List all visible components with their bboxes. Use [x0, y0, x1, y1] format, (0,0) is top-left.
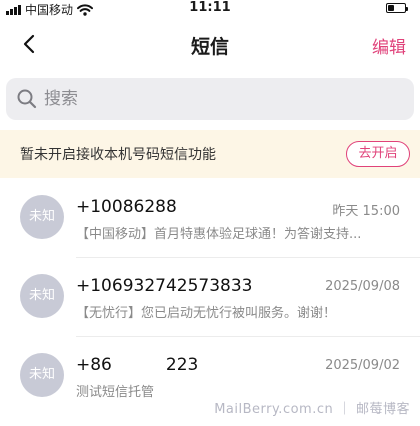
- message-list: 未知 +10086288 昨天 15:00 【中国移动】首月特惠体验足球通！为答…: [0, 178, 420, 415]
- message-date: 2025/09/02: [325, 358, 400, 373]
- edit-button[interactable]: 编辑: [372, 33, 406, 58]
- clock: 11:11: [189, 0, 231, 15]
- message-preview: 【中国移动】首月特惠体验足球通！为答谢支持...: [76, 227, 362, 242]
- search-icon: [17, 89, 37, 109]
- message-preview: 【无忧行】您已启动无忧行被叫服务。谢谢！: [76, 306, 337, 321]
- page-title: 短信: [190, 36, 229, 58]
- avatar: 未知: [20, 195, 64, 239]
- nav-bar: 短信 编辑: [0, 22, 420, 66]
- avatar: 未知: [20, 353, 64, 397]
- message-date: 昨天 15:00: [332, 204, 400, 219]
- message-sender: +86 223: [76, 355, 199, 375]
- message-item[interactable]: 未知 +10086288 昨天 15:00 【中国移动】首月特惠体验足球通！为答…: [0, 178, 420, 257]
- watermark: MailBerry.com.cn ｜ 邮莓博客: [214, 402, 410, 417]
- enable-button[interactable]: 去开启: [346, 141, 410, 167]
- notice-text: 暂未开启接收本机号码短信功能: [20, 147, 216, 163]
- message-sender: +106932742573833: [76, 276, 253, 296]
- message-item[interactable]: 未知 +106932742573833 2025/09/08 【无忧行】您已启动…: [0, 257, 420, 336]
- battery-icon: [386, 3, 408, 13]
- search-bar[interactable]: [6, 78, 414, 120]
- message-date: 2025/09/08: [325, 279, 400, 294]
- search-input[interactable]: [44, 89, 384, 109]
- avatar: 未知: [20, 274, 64, 318]
- message-sender: +10086288: [76, 197, 177, 217]
- status-bar: 中国移动 11:11: [0, 0, 420, 18]
- sms-disabled-notice: 暂未开启接收本机号码短信功能 去开启: [0, 130, 420, 178]
